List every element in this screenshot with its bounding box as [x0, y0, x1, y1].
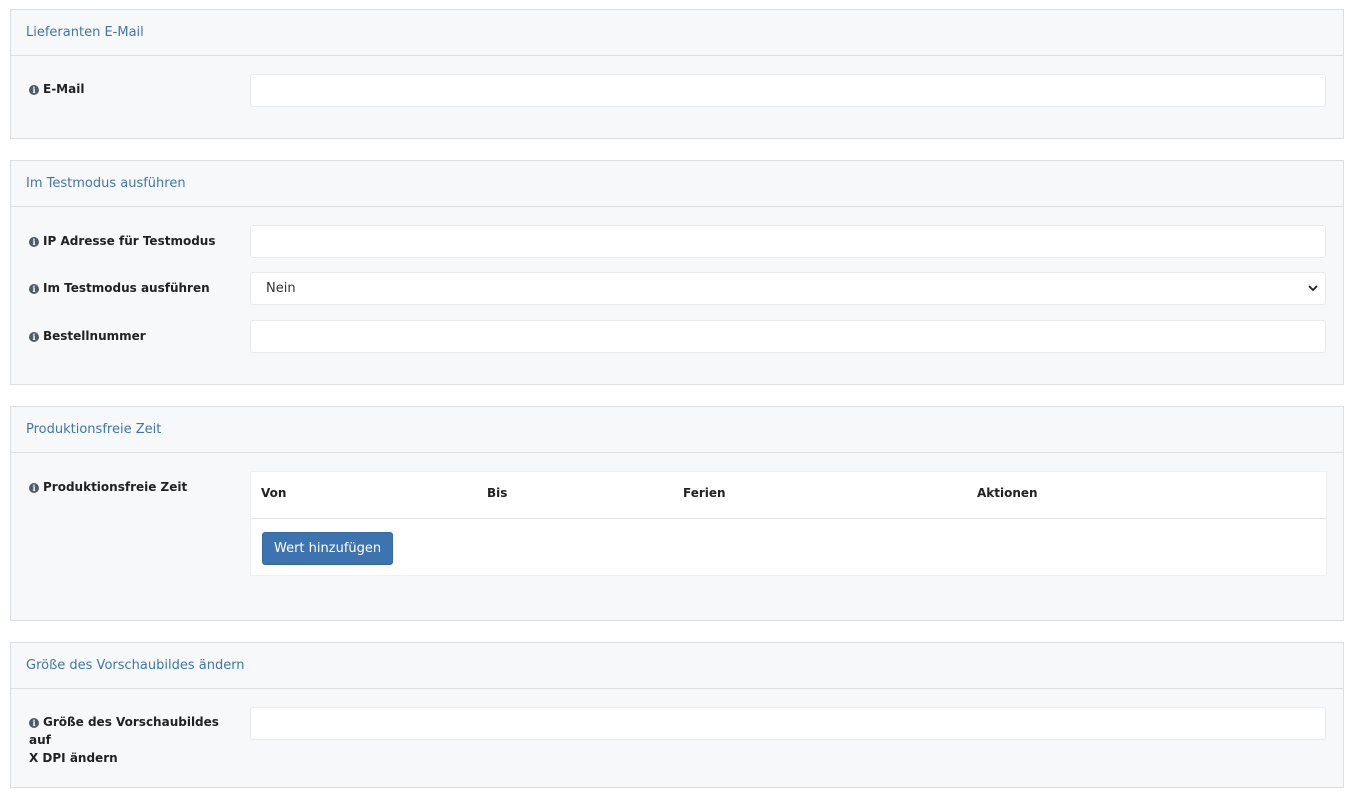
chevron-down-icon — [1308, 285, 1318, 292]
info-circle-icon[interactable]: i — [29, 332, 39, 342]
info-circle-icon[interactable]: i — [29, 483, 39, 493]
order-number-input[interactable] — [250, 320, 1326, 353]
info-circle-icon[interactable]: i — [29, 85, 39, 95]
section-title-text: Im Testmodus ausführen — [26, 176, 186, 191]
section-title: Größe des Vorschaubildes ändern — [11, 643, 1343, 689]
column-header-von: Von — [261, 486, 287, 500]
add-value-button[interactable]: Wert hinzufügen — [262, 532, 394, 565]
table-header: Von Bis Ferien Aktionen — [251, 472, 1326, 519]
production-free-label: i Produktionsfreie Zeit — [29, 478, 229, 496]
info-circle-icon[interactable]: i — [29, 718, 39, 728]
column-header-aktionen: Aktionen — [977, 486, 1038, 500]
column-header-bis: Bis — [487, 486, 508, 500]
section-produktionsfreie-zeit: Produktionsfreie Zeit i Produktionsfreie … — [10, 406, 1344, 621]
section-title: Im Testmodus ausführen — [11, 161, 1343, 207]
preview-dpi-label: i Größe des Vorschaubildes auf X DPI ände… — [29, 715, 219, 765]
info-circle-icon[interactable]: i — [29, 237, 39, 247]
testmode-select-value: Nein — [266, 281, 296, 296]
section-lieferanten-email: Lieferanten E-Mail i E-Mail — [10, 9, 1344, 139]
testmode-label: i Im Testmodus ausführen — [29, 279, 229, 297]
section-testmodus: Im Testmodus ausführen i IP Adresse für T… — [10, 160, 1344, 385]
email-input[interactable] — [250, 74, 1326, 107]
email-label: i E-Mail — [29, 80, 229, 98]
section-title: Produktionsfreie Zeit — [11, 407, 1343, 453]
preview-dpi-input[interactable] — [250, 707, 1326, 740]
order-number-label: i Bestellnummer — [29, 327, 229, 345]
info-circle-icon[interactable]: i — [29, 284, 39, 294]
production-free-table: Von Bis Ferien Aktionen Wert hinzufügen — [250, 471, 1327, 576]
section-vorschaubild: Größe des Vorschaubildes ändern i Größe d… — [10, 642, 1344, 788]
ip-address-label: i IP Adresse für Testmodus — [29, 232, 229, 250]
section-title: Lieferanten E-Mail — [11, 10, 1343, 56]
section-title-text: Produktionsfreie Zeit — [26, 422, 162, 437]
ip-address-input[interactable] — [250, 225, 1326, 258]
section-title-text: Größe des Vorschaubildes ändern — [26, 658, 245, 673]
testmode-select[interactable]: Nein — [250, 272, 1326, 305]
column-header-ferien: Ferien — [683, 486, 726, 500]
section-title-text: Lieferanten E-Mail — [26, 25, 144, 40]
